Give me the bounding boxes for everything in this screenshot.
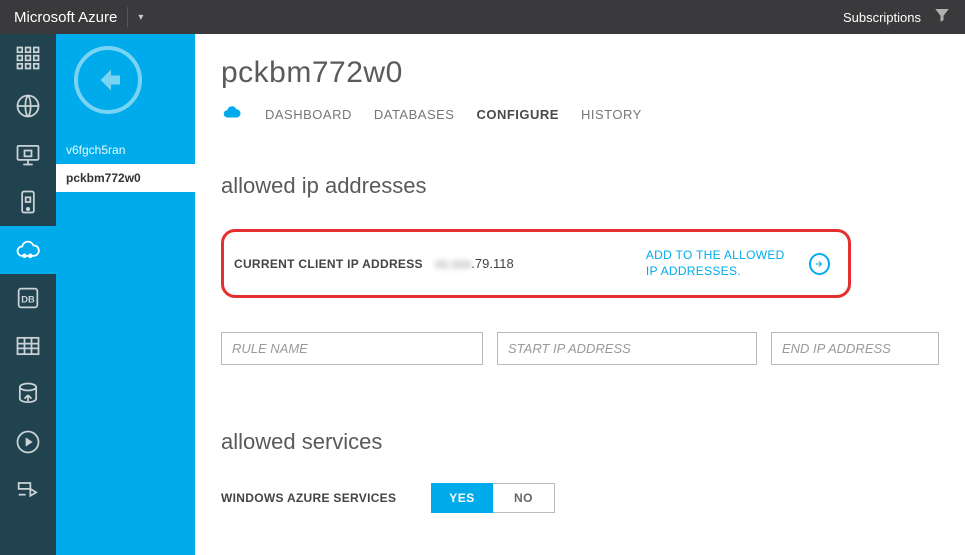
add-to-allowed-link[interactable]: ADD TO THE ALLOWED IP ADDRESSES.	[646, 248, 799, 279]
tab-configure[interactable]: CONFIGURE	[476, 107, 559, 122]
side-panel: v6fgch5ran pckbm772w0	[56, 34, 195, 555]
rail-mobile[interactable]	[0, 178, 56, 226]
toggle-no[interactable]: NO	[493, 483, 555, 513]
ip-visible-suffix: .79.118	[471, 256, 513, 271]
end-ip-input[interactable]	[771, 332, 939, 365]
divider	[127, 7, 128, 27]
rail-sql[interactable]: DB	[0, 274, 56, 322]
service-rail: DB	[0, 34, 56, 555]
rule-name-input[interactable]	[221, 332, 483, 365]
top-bar: Microsoft Azure ▾ Subscriptions	[0, 0, 965, 34]
subscriptions-link[interactable]: Subscriptions	[843, 10, 921, 25]
svg-text:DB: DB	[21, 295, 35, 305]
product-title: Microsoft Azure	[14, 9, 117, 26]
rail-web[interactable]	[0, 82, 56, 130]
azure-services-label: WINDOWS AZURE SERVICES	[221, 491, 431, 505]
rail-cloud-services[interactable]	[0, 226, 56, 274]
rail-hdinsight[interactable]	[0, 370, 56, 418]
toggle-yes[interactable]: YES	[431, 483, 493, 513]
ip-rule-row	[221, 332, 965, 365]
rail-tables[interactable]	[0, 322, 56, 370]
rail-media[interactable]	[0, 418, 56, 466]
tab-dashboard[interactable]: DASHBOARD	[265, 107, 352, 122]
chevron-down-icon[interactable]: ▾	[138, 12, 143, 23]
tabs: DASHBOARD DATABASES CONFIGURE HISTORY	[221, 104, 965, 125]
start-ip-input[interactable]	[497, 332, 757, 365]
tab-databases[interactable]: DATABASES	[374, 107, 455, 122]
sidebar-item-server[interactable]: v6fgch5ran	[56, 136, 195, 164]
add-ip-arrow-button[interactable]	[809, 253, 830, 275]
rail-all-items[interactable]	[0, 34, 56, 82]
back-button[interactable]	[74, 46, 142, 114]
current-ip-box: CURRENT CLIENT IP ADDRESS xx.xxx .79.118…	[221, 229, 851, 298]
azure-services-toggle: YES NO	[431, 483, 555, 513]
cloud-icon	[221, 104, 243, 125]
main-content: pckbm772w0 DASHBOARD DATABASES CONFIGURE…	[195, 34, 965, 555]
tab-history[interactable]: HISTORY	[581, 107, 642, 122]
allowed-services-heading: allowed services	[221, 429, 965, 455]
filter-icon[interactable]	[933, 6, 951, 29]
rail-service-bus[interactable]	[0, 466, 56, 514]
azure-services-row: WINDOWS AZURE SERVICES YES NO	[221, 483, 965, 513]
ip-blurred-prefix: xx.xxx	[435, 256, 471, 271]
current-ip-label: CURRENT CLIENT IP ADDRESS	[234, 257, 425, 271]
rail-vm[interactable]	[0, 130, 56, 178]
current-ip-value: xx.xxx .79.118	[435, 256, 636, 271]
allowed-ip-heading: allowed ip addresses	[221, 173, 965, 199]
sidebar-item-database[interactable]: pckbm772w0	[56, 164, 195, 192]
page-title: pckbm772w0	[221, 56, 965, 90]
